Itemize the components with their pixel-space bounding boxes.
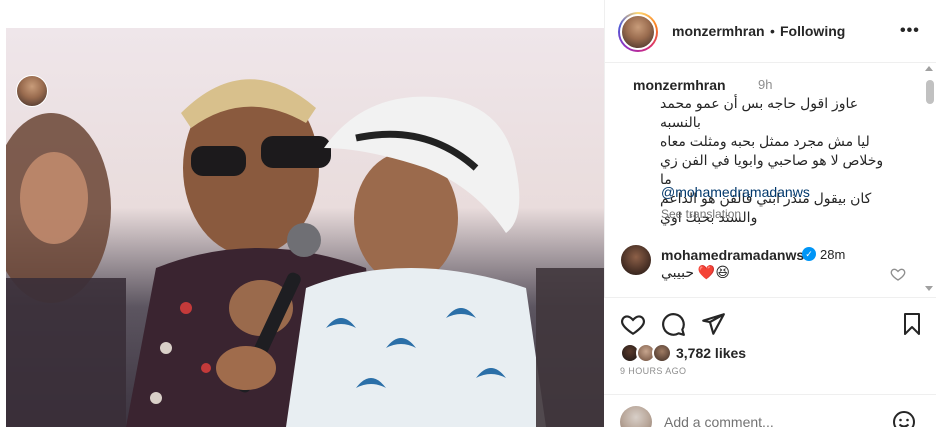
liker-avatar[interactable] <box>652 343 672 363</box>
more-options-icon[interactable]: ••• <box>900 22 920 40</box>
comment-bubble-icon[interactable] <box>660 311 686 342</box>
like-heart-icon[interactable] <box>620 311 646 342</box>
header-separator: • <box>770 23 775 39</box>
author-avatar[interactable] <box>620 14 656 50</box>
emoji-smiley-icon[interactable] <box>892 410 916 427</box>
comment-like-heart-icon[interactable] <box>890 266 906 287</box>
caption-line: عاوز اقول حاجه بس أن عمو محمد بالنسبه <box>660 95 859 130</box>
verified-badge-icon: ✓ <box>802 247 816 261</box>
post-photo-illustration <box>6 28 604 427</box>
scrollbar-thumb[interactable] <box>926 80 934 104</box>
scrollbar-down-arrow[interactable] <box>925 286 933 291</box>
comment-text: حبيبي ❤️😆 <box>661 264 730 280</box>
save-bookmark-icon[interactable] <box>900 311 924 342</box>
add-comment-input[interactable] <box>664 412 874 427</box>
comment-username[interactable]: mohamedramadanws <box>661 247 804 263</box>
comment-time[interactable]: 28m <box>820 247 845 262</box>
caption-username[interactable]: monzermhran <box>633 77 726 93</box>
share-paper-plane-icon[interactable] <box>700 311 726 342</box>
author-username[interactable]: monzermhran <box>672 23 765 39</box>
post-image[interactable] <box>6 28 604 427</box>
following-button[interactable]: Following <box>780 23 845 39</box>
caption-mention-link[interactable]: @mohamedramadanws <box>661 184 810 200</box>
likes-count[interactable]: 3,782 likes <box>676 345 746 361</box>
caption-see-translation[interactable]: See translation <box>661 207 741 221</box>
caption-line: ليا مش مجرد ممثل بحبه ومثلت معاه <box>660 133 870 149</box>
scrollbar-up-arrow[interactable] <box>925 66 933 71</box>
caption-author-avatar[interactable] <box>16 75 48 107</box>
post-header: monzermhran • Following ••• <box>604 0 936 63</box>
commenter-avatar[interactable] <box>620 244 652 276</box>
post-timestamp[interactable]: 9 HOURS AGO <box>620 366 686 376</box>
author-story-ring[interactable] <box>618 12 658 52</box>
caption-time[interactable]: 9h <box>758 77 772 92</box>
